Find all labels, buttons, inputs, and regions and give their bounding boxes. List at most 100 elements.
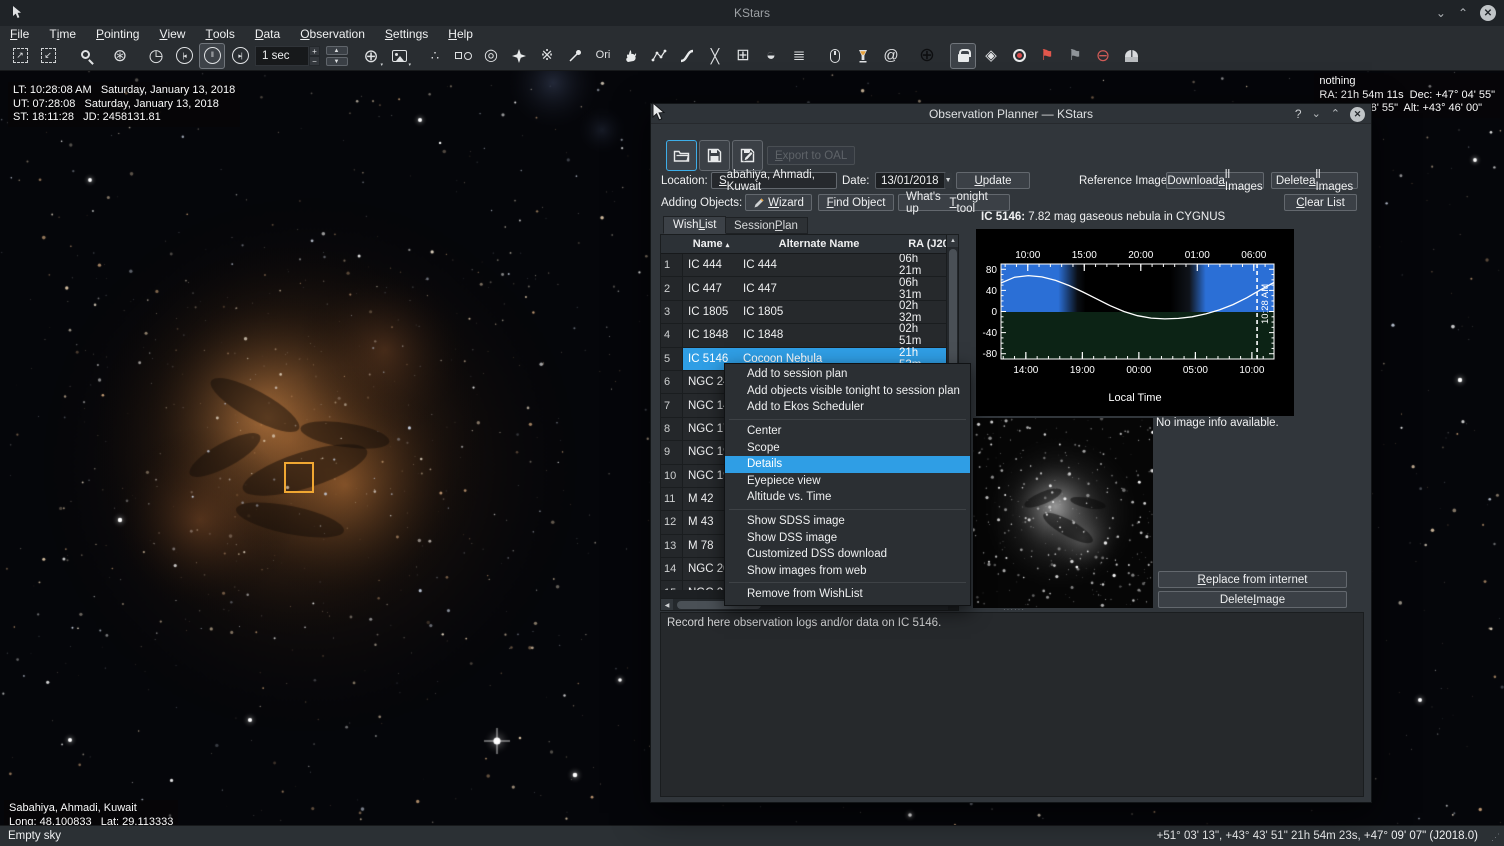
- replace-from-internet-button[interactable]: Replace from internet: [1158, 571, 1347, 588]
- resize-grip[interactable]: ⋰: [1491, 832, 1501, 843]
- deep-sky-objects-icon[interactable]: [450, 43, 476, 69]
- stars-icon[interactable]: ∴: [422, 43, 448, 69]
- save-icon: [707, 148, 722, 163]
- pause-icon[interactable]: ‖: [199, 43, 225, 69]
- ecliptic-icon[interactable]: [674, 43, 700, 69]
- menu-observation[interactable]: Observation: [290, 26, 375, 41]
- dialog-rolldown-icon[interactable]: ⌃: [1331, 109, 1340, 120]
- time-step-forward-icon[interactable]: ▸|: [227, 43, 253, 69]
- satellites-icon[interactable]: [506, 43, 532, 69]
- tab-wish-list[interactable]: Wish List: [663, 216, 726, 234]
- zoom-in-icon[interactable]: ↗: [7, 43, 33, 69]
- menu-item-remove-from-wishlist[interactable]: Remove from WishList: [725, 586, 970, 603]
- menu-pointing[interactable]: Pointing: [86, 26, 149, 41]
- constellation-lines-icon[interactable]: [646, 43, 672, 69]
- close-icon[interactable]: ✕: [1480, 5, 1496, 21]
- horizon-icon[interactable]: ◒: [758, 43, 784, 69]
- open-list-button[interactable]: [666, 140, 697, 171]
- whats-up-tonight-button[interactable]: What's up Tonight tool: [898, 194, 1010, 211]
- menu-item-show-sdss-image[interactable]: Show SDSS image: [725, 513, 970, 530]
- chevron-down-icon[interactable]: ▼: [944, 173, 952, 188]
- table-row[interactable]: 3IC 1805IC 180502h 32m: [661, 301, 958, 324]
- avt-chart: 10:0015:0020:0001:0006:0014:0019:0000:00…: [976, 229, 1294, 416]
- constellation-bounds-icon[interactable]: ╳: [702, 43, 728, 69]
- menu-file[interactable]: File: [0, 26, 39, 41]
- record-icon[interactable]: [1006, 43, 1032, 69]
- time-step-back-icon[interactable]: |◂: [171, 43, 197, 69]
- dialog-rollup-icon[interactable]: ⌄: [1312, 109, 1321, 120]
- table-header[interactable]: Name ▴Alternate NameRA (J20: [661, 235, 958, 254]
- geolocation-icon[interactable]: ⊛: [107, 43, 133, 69]
- delete-image-button[interactable]: Delete Image: [1158, 591, 1347, 608]
- flag-red-icon[interactable]: ⚑: [1034, 43, 1060, 69]
- download-all-images-button[interactable]: Download all Images: [1166, 172, 1264, 189]
- minimize-icon[interactable]: ⌄: [1436, 7, 1446, 19]
- comets-icon[interactable]: [562, 43, 588, 69]
- time-step-spinbox[interactable]: 1 sec+−: [255, 43, 320, 69]
- menu-item-add-objects-visible-tonight-to-session-plan[interactable]: Add objects visible tonight to session p…: [725, 383, 970, 400]
- find-object-icon[interactable]: [71, 43, 97, 69]
- table-row[interactable]: 1IC 444IC 44406h 21m: [661, 254, 958, 277]
- observatory-dome-icon[interactable]: [1118, 43, 1144, 69]
- whats-interesting-icon[interactable]: [822, 43, 848, 69]
- clear-list-button[interactable]: Clear List: [1284, 194, 1357, 211]
- menu-item-customized-dss-download[interactable]: Customized DSS download: [725, 546, 970, 563]
- flag-gray-icon[interactable]: ⚑: [1062, 43, 1088, 69]
- set-time-icon[interactable]: ◷: [143, 43, 169, 69]
- find-object-button[interactable]: Find Object: [818, 194, 894, 211]
- dialog-help-button[interactable]: ?: [1295, 107, 1302, 121]
- export-oal-button[interactable]: Export to OAL: [767, 146, 855, 165]
- menu-item-add-to-session-plan[interactable]: Add to session plan: [725, 366, 970, 383]
- coordinate-grid-icon[interactable]: ⊞: [730, 43, 756, 69]
- wizard-button[interactable]: Wizard: [745, 194, 812, 211]
- delete-all-images-button[interactable]: Delete all Images: [1271, 172, 1358, 189]
- menu-data[interactable]: Data: [245, 26, 290, 41]
- menu-item-details[interactable]: Details: [725, 456, 970, 473]
- detail-list-icon[interactable]: ≣: [786, 43, 812, 69]
- snap-icon[interactable]: ◈: [978, 43, 1004, 69]
- focus-crosshair-icon[interactable]: ⊕▾: [358, 43, 384, 69]
- menu-time[interactable]: Time: [39, 26, 86, 41]
- milky-way-icon[interactable]: @: [878, 43, 904, 69]
- sky-image-icon[interactable]: ▾: [386, 43, 412, 69]
- menu-item-eyepiece-view[interactable]: Eyepiece view: [725, 473, 970, 490]
- menu-item-show-images-from-web[interactable]: Show images from web: [725, 563, 970, 580]
- menu-item-center[interactable]: Center: [725, 423, 970, 440]
- maximize-icon[interactable]: ⌃: [1458, 7, 1468, 19]
- menu-view[interactable]: View: [149, 26, 195, 41]
- kstars-window: LT: 10:28:08 AM Saturday, January 13, 20…: [0, 0, 1504, 846]
- dialog-titlebar[interactable]: Observation Planner — KStars ? ⌄ ⌃ ✕: [651, 104, 1371, 124]
- table-row[interactable]: 4IC 1848IC 184802h 51m: [661, 324, 958, 347]
- time-step-arrows[interactable]: ▲▼: [322, 43, 348, 69]
- dialog-close-icon[interactable]: ✕: [1350, 107, 1365, 122]
- menu-tools[interactable]: Tools: [195, 26, 244, 41]
- save-list-button[interactable]: [699, 140, 730, 171]
- menu-item-add-to-ekos-scheduler[interactable]: Add to Ekos Scheduler: [725, 399, 970, 416]
- constellation-art-icon[interactable]: [618, 43, 644, 69]
- tab-session-plan[interactable]: Session Plan: [724, 217, 808, 234]
- zoom-out-icon[interactable]: ↙: [35, 43, 61, 69]
- observation-notes-textarea[interactable]: Record here observation logs and/or data…: [660, 612, 1364, 797]
- observing-glass-icon[interactable]: [850, 43, 876, 69]
- disable-circle-icon[interactable]: ⊖: [1090, 43, 1116, 69]
- window-title: KStars: [734, 6, 770, 20]
- menu-item-scope[interactable]: Scope: [725, 439, 970, 456]
- update-button[interactable]: Update: [956, 172, 1030, 189]
- telescope-target-icon[interactable]: ⊕: [914, 43, 940, 69]
- menu-settings[interactable]: Settings: [375, 26, 438, 41]
- save-list-as-button[interactable]: [732, 140, 763, 171]
- menu-item-altitude-vs-time[interactable]: Altitude vs. Time: [725, 489, 970, 506]
- date-combobox[interactable]: 13/01/2018 ▼: [875, 172, 946, 189]
- asteroids-icon[interactable]: ※: [534, 43, 560, 69]
- location-button[interactable]: Sabahiya, Ahmadi, Kuwait: [711, 172, 837, 189]
- date-label: Date:: [842, 175, 870, 187]
- table-row[interactable]: 2IC 447IC 44706h 31m: [661, 277, 958, 300]
- supernovae-icon[interactable]: ◎: [478, 43, 504, 69]
- lock-coordinates-icon[interactable]: [950, 43, 976, 69]
- constellation-names-icon[interactable]: Ori: [590, 43, 616, 69]
- menu-item-show-dss-image[interactable]: Show DSS image: [725, 529, 970, 546]
- svg-text:10:00: 10:00: [1239, 365, 1264, 376]
- scroll-up-icon: ▲: [947, 235, 959, 247]
- app-icon: [12, 5, 22, 23]
- menu-help[interactable]: Help: [438, 26, 483, 41]
